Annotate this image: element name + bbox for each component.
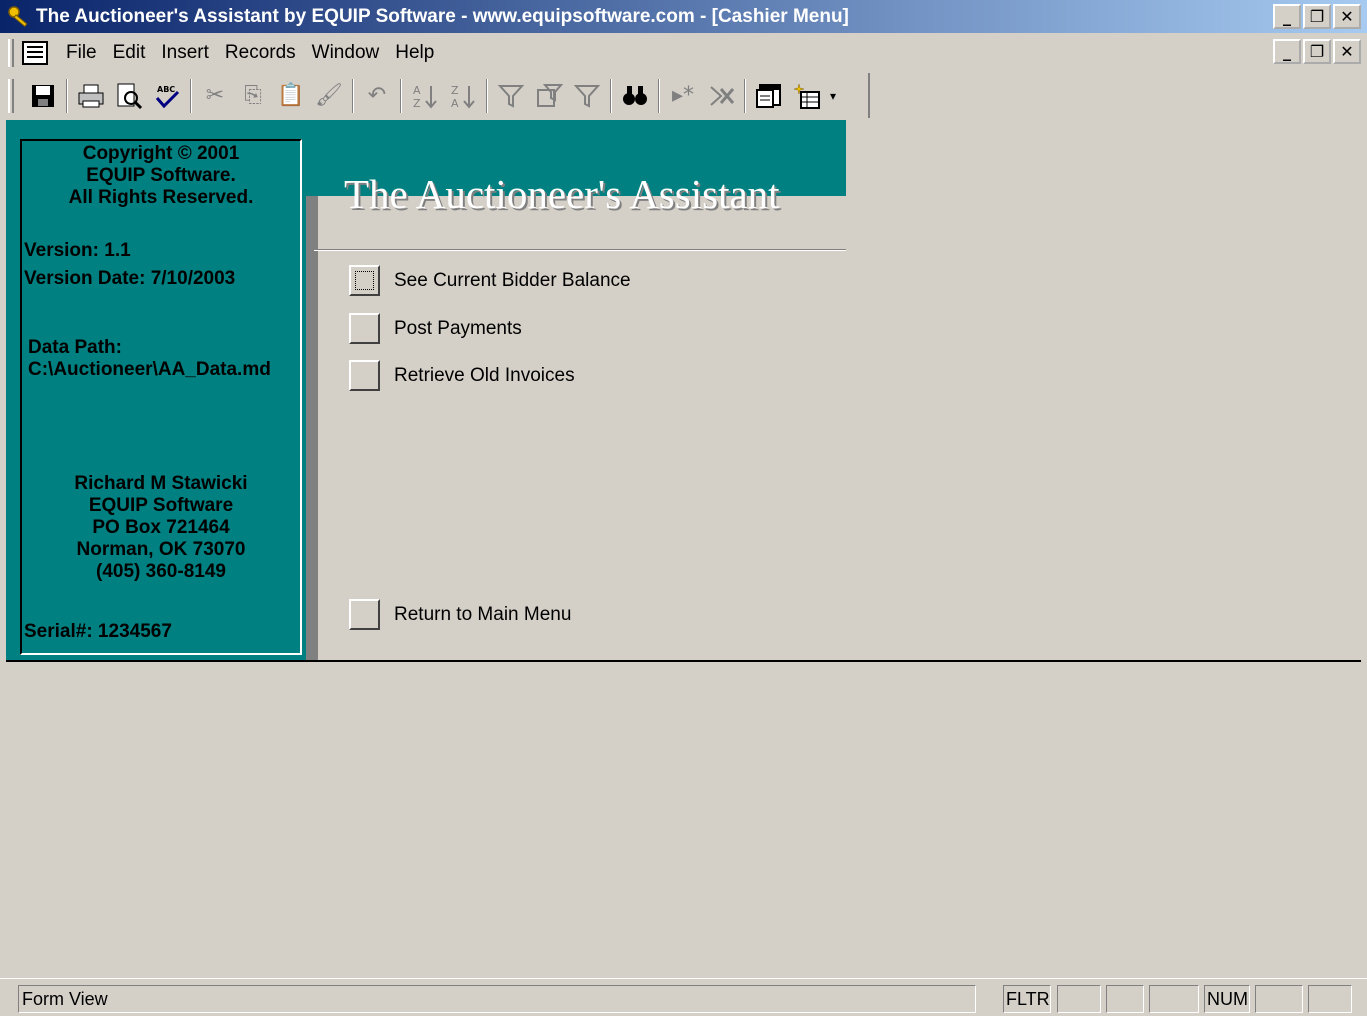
copy-icon[interactable]: ⎘ <box>234 77 272 115</box>
svg-text:Z: Z <box>451 84 459 97</box>
contact-company: EQUIP Software <box>88 495 234 516</box>
svg-text:A: A <box>413 84 421 97</box>
filter-by-form-icon[interactable] <box>530 77 568 115</box>
contact-po-box: PO Box 721464 <box>92 517 230 538</box>
chevron-down-icon[interactable]: ▾ <box>826 77 840 115</box>
toolbar-separator <box>610 78 612 113</box>
menu-edit[interactable]: Edit <box>105 42 154 64</box>
save-icon[interactable] <box>24 77 62 115</box>
menubar-grip[interactable] <box>8 39 14 67</box>
toolbar-separator <box>66 78 68 113</box>
post-payments-button[interactable] <box>349 313 380 344</box>
panel-shadow <box>306 196 318 660</box>
toolbar: ABC ✂ ⎘ 📋 🖌 ↶ AZ ZA ▸* ▾ <box>0 73 870 118</box>
menu-insert[interactable]: Insert <box>153 42 217 64</box>
title-divider <box>314 249 846 251</box>
status-num: NUM <box>1204 985 1250 1013</box>
format-painter-icon[interactable]: 🖌 <box>310 77 348 115</box>
menu-file[interactable]: File <box>58 42 105 64</box>
database-window-icon[interactable] <box>750 77 788 115</box>
apply-filter-icon[interactable] <box>568 77 606 115</box>
version-block: Version: 1.1 Version Date: 7/10/2003 <box>24 237 235 293</box>
app-key-icon[interactable] <box>6 4 32 30</box>
child-minimize-button[interactable]: _ <box>1273 39 1301 64</box>
status-bar: Form View FLTR NUM <box>0 978 1367 1016</box>
svg-text:ABC: ABC <box>157 85 175 94</box>
print-preview-icon[interactable] <box>110 77 148 115</box>
copyright-company: EQUIP Software. <box>86 165 236 186</box>
restore-button[interactable]: ❐ <box>1303 4 1331 29</box>
status-cell-empty <box>1255 985 1303 1013</box>
see-bidder-balance-button[interactable] <box>349 265 380 296</box>
status-cell-empty <box>1106 985 1144 1013</box>
return-main-menu-button[interactable] <box>349 599 380 630</box>
copyright-block: Copyright © 2001 EQUIP Software. All Rig… <box>22 143 300 209</box>
menu-bar: File Edit Insert Records Window Help _ ❐… <box>0 35 1367 71</box>
toolbar-separator <box>400 78 402 113</box>
toolbar-grip[interactable] <box>8 78 14 113</box>
toolbar-separator <box>190 78 192 113</box>
undo-icon[interactable]: ↶ <box>358 77 396 115</box>
option-return-main-menu[interactable]: Return to Main Menu <box>349 599 571 630</box>
version-date-text: Version Date: 7/10/2003 <box>24 268 236 289</box>
data-path-value: C:\Auctioneer\AA_Data.md <box>28 359 271 380</box>
new-object-icon[interactable] <box>788 77 826 115</box>
cut-icon[interactable]: ✂ <box>196 77 234 115</box>
copyright-line: Copyright © 2001 <box>82 143 240 164</box>
contact-phone: (405) 360-8149 <box>96 561 226 582</box>
status-cell-empty <box>1149 985 1199 1013</box>
sort-ascending-icon[interactable]: AZ <box>406 77 444 115</box>
cashier-menu-form: Copyright © 2001 EQUIP Software. All Rig… <box>6 120 1361 662</box>
data-path-block: Data Path: C:\Auctioneer\AA_Data.md <box>28 337 271 381</box>
status-cell-empty <box>1057 985 1101 1013</box>
option-see-bidder-balance[interactable]: See Current Bidder Balance <box>349 265 631 296</box>
toolbar-separator <box>744 78 746 113</box>
info-box: Copyright © 2001 EQUIP Software. All Rig… <box>20 139 302 655</box>
serial-number: Serial#: 1234567 <box>24 621 172 642</box>
status-fltr: FLTR <box>1003 985 1051 1013</box>
status-mode: Form View <box>18 985 976 1013</box>
close-button[interactable]: ✕ <box>1333 4 1361 29</box>
delete-record-icon[interactable] <box>702 77 740 115</box>
contact-name: Richard M Stawicki <box>74 473 248 494</box>
spelling-icon[interactable]: ABC <box>148 77 186 115</box>
data-path-label: Data Path: <box>28 337 122 358</box>
option-post-payments[interactable]: Post Payments <box>349 313 522 344</box>
title-bar: The Auctioneer's Assistant by EQUIP Soft… <box>0 0 1367 33</box>
menu-records[interactable]: Records <box>217 42 304 64</box>
print-icon[interactable] <box>72 77 110 115</box>
copyright-rights: All Rights Reserved. <box>68 187 254 208</box>
form-document-icon[interactable] <box>22 41 48 65</box>
toolbar-separator <box>352 78 354 113</box>
child-restore-button[interactable]: ❐ <box>1303 39 1331 64</box>
version-text: Version: 1.1 <box>24 240 131 261</box>
toolbar-separator <box>658 78 660 113</box>
filter-by-selection-icon[interactable] <box>492 77 530 115</box>
retrieve-old-invoices-button[interactable] <box>349 360 380 391</box>
return-main-menu-label: Return to Main Menu <box>394 603 572 625</box>
child-close-button[interactable]: ✕ <box>1333 39 1361 64</box>
find-icon[interactable] <box>616 77 654 115</box>
sort-descending-icon[interactable]: ZA <box>444 77 482 115</box>
option-retrieve-old-invoices[interactable]: Retrieve Old Invoices <box>349 360 575 391</box>
minimize-button[interactable]: _ <box>1273 4 1301 29</box>
window-title: The Auctioneer's Assistant by EQUIP Soft… <box>36 5 849 27</box>
retrieve-old-invoices-label: Retrieve Old Invoices <box>394 364 575 386</box>
paste-icon[interactable]: 📋 <box>272 77 310 115</box>
status-cell-empty <box>1308 985 1352 1013</box>
see-bidder-balance-label: See Current Bidder Balance <box>394 269 631 291</box>
menu-help[interactable]: Help <box>387 42 442 64</box>
post-payments-label: Post Payments <box>394 317 522 339</box>
contact-city: Norman, OK 73070 <box>76 539 246 560</box>
toolbar-separator <box>486 78 488 113</box>
new-record-icon[interactable]: ▸* <box>664 77 702 115</box>
svg-text:Z: Z <box>413 97 421 110</box>
menu-window[interactable]: Window <box>304 42 388 64</box>
app-title: The Auctioneer's Assistant <box>344 171 780 217</box>
svg-text:A: A <box>451 97 459 110</box>
contact-block: Richard M Stawicki EQUIP Software PO Box… <box>22 473 300 583</box>
